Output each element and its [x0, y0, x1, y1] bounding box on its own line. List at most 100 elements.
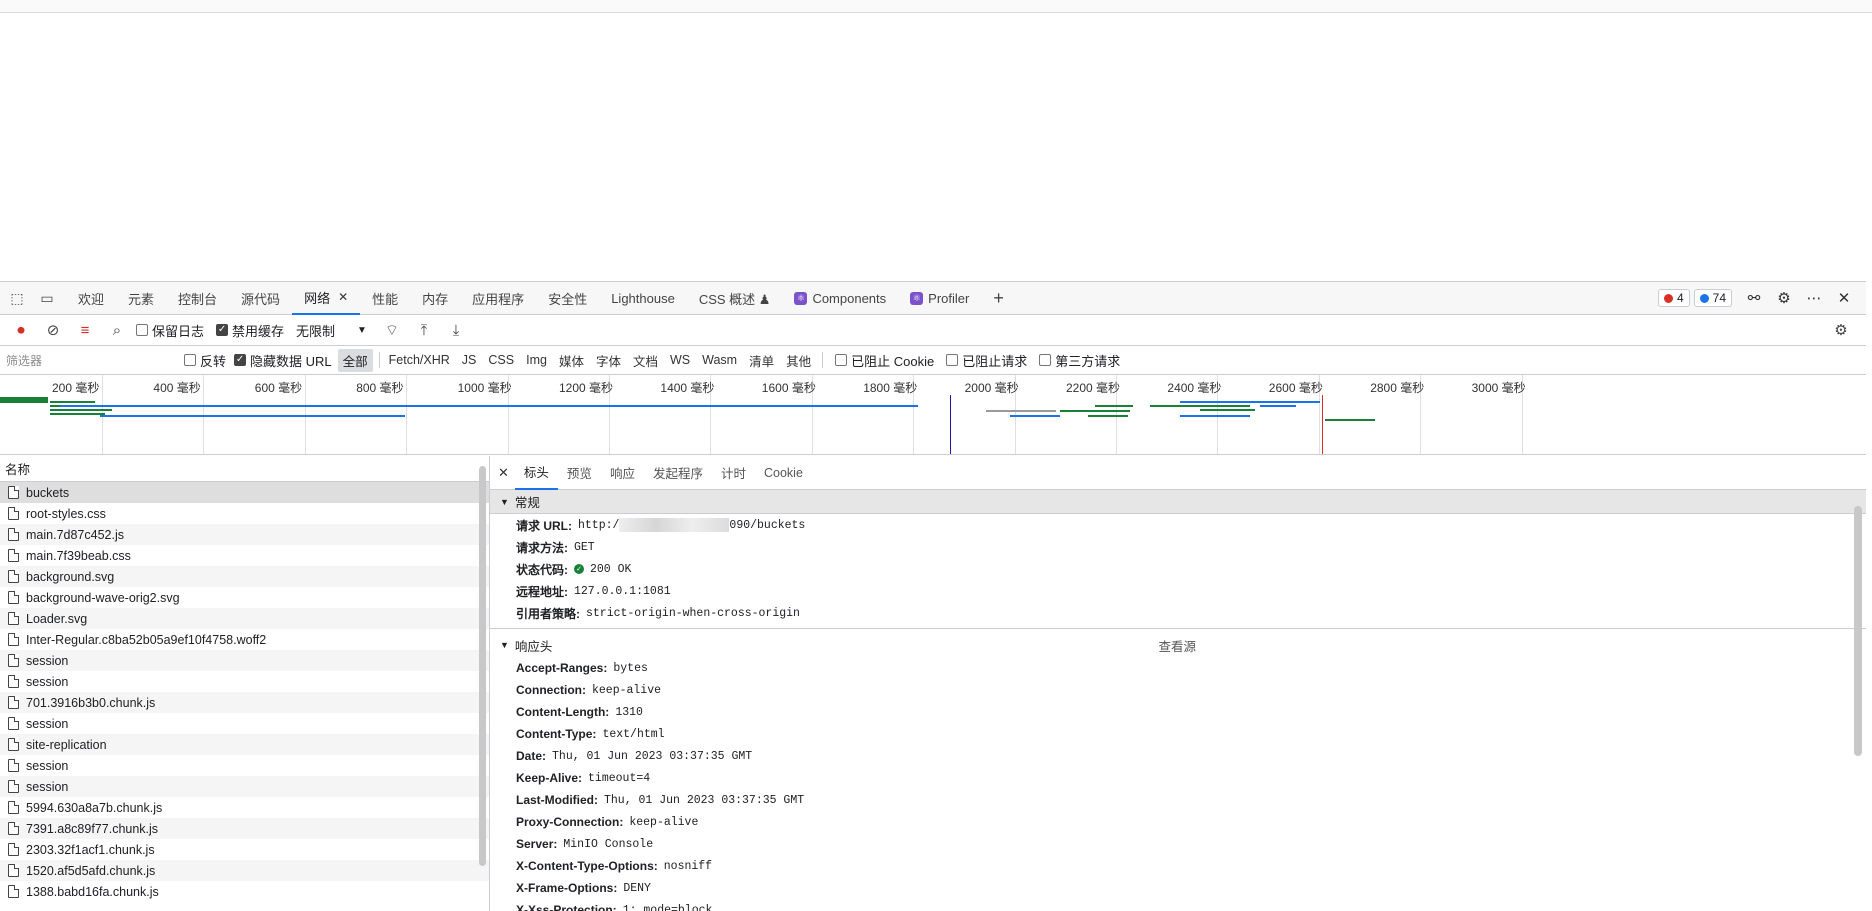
more-options-icon[interactable]: ⋯	[1802, 286, 1826, 310]
header-value[interactable]: http:/	[578, 519, 619, 532]
table-row[interactable]: 5994.630a8a7b.chunk.js	[0, 797, 489, 818]
header-value[interactable]: bytes	[613, 662, 648, 675]
blocked-requests-box[interactable]	[946, 354, 959, 366]
blocked-requests-checkbox[interactable]: 已阻止请求	[946, 351, 1027, 370]
table-row[interactable]: main.7f39beab.css	[0, 545, 489, 566]
close-tab-icon[interactable]: ✕	[338, 290, 348, 304]
header-value[interactable]: Thu, 01 Jun 2023 03:37:35 GMT	[552, 750, 752, 763]
general-section-header[interactable]: ▼ 常规	[490, 490, 1866, 514]
search-icon[interactable]: ⌕	[104, 318, 130, 342]
preserve-log-box[interactable]	[136, 324, 148, 336]
table-row[interactable]: session	[0, 755, 489, 776]
hide-data-url-checkbox[interactable]: ✓ 隐藏数据 URL	[234, 351, 332, 370]
tab-6[interactable]: 内存	[410, 282, 460, 315]
table-row[interactable]: root-styles.css	[0, 503, 489, 524]
tab-10[interactable]: CSS 概述 ♟	[687, 282, 783, 315]
table-row[interactable]: session	[0, 671, 489, 692]
filter-type-0[interactable]: 全部	[337, 348, 373, 372]
filter-type-5[interactable]: 媒体	[554, 349, 589, 372]
tab-2[interactable]: 控制台	[166, 282, 229, 315]
blocked-cookies-box[interactable]	[835, 354, 848, 366]
filter-type-8[interactable]: WS	[665, 351, 695, 369]
details-tab-2[interactable]: 响应	[601, 456, 644, 490]
preserve-log-checkbox[interactable]: 保留日志	[136, 321, 204, 340]
details-tab-5[interactable]: Cookie	[755, 456, 812, 490]
details-tab-0[interactable]: 标头	[514, 456, 558, 490]
filter-type-9[interactable]: Wasm	[697, 351, 742, 369]
table-row[interactable]: main.7d87c452.js	[0, 524, 489, 545]
more-tabs-button[interactable]: +	[981, 282, 1016, 315]
table-row[interactable]: background-wave-orig2.svg	[0, 587, 489, 608]
clear-icon[interactable]: ⊘	[40, 318, 66, 342]
disable-cache-checkbox[interactable]: ✓ 禁用缓存	[216, 321, 284, 340]
details-tab-3[interactable]: 发起程序	[644, 456, 712, 490]
third-party-checkbox[interactable]: 第三方请求	[1039, 351, 1120, 370]
import-har-icon[interactable]: ⤒	[411, 318, 437, 342]
header-value[interactable]: MinIO Console	[563, 838, 653, 851]
tab-12[interactable]: ⚛ Profiler	[898, 282, 981, 315]
filter-type-7[interactable]: 文档	[628, 349, 663, 372]
invert-box[interactable]	[184, 354, 196, 366]
device-toolbar-icon[interactable]: ▭	[36, 287, 58, 309]
response-headers-section-header[interactable]: ▼ 响应头 查看源	[490, 633, 1866, 657]
header-value[interactable]: DENY	[623, 882, 651, 895]
connect-icon[interactable]: ⚯	[1742, 286, 1766, 310]
table-row[interactable]: 1388.babd16fa.chunk.js	[0, 881, 489, 902]
filter-input[interactable]: 筛选器	[6, 352, 170, 369]
table-row[interactable]: site-replication	[0, 734, 489, 755]
timeline-overview[interactable]: 200 毫秒 400 毫秒 600 毫秒 800 毫秒 1000 毫秒 1200 毫秒 14…	[0, 375, 1866, 455]
settings-gear-icon[interactable]: ⚙	[1772, 286, 1796, 310]
table-row[interactable]: 2303.32f1acf1.chunk.js	[0, 839, 489, 860]
network-conditions-icon[interactable]: ⌔	[379, 318, 405, 342]
header-value[interactable]: GET	[574, 541, 595, 554]
name-column-header[interactable]: 名称	[0, 456, 489, 482]
tab-0[interactable]: 欢迎	[66, 282, 116, 315]
inspect-element-icon[interactable]: ⬚	[6, 287, 28, 309]
throttling-select[interactable]: 无限制 ▼	[296, 321, 367, 340]
tab-9[interactable]: Lighthouse	[599, 282, 687, 315]
export-har-icon[interactable]: ⤓	[443, 318, 469, 342]
filter-icon[interactable]: ≡	[72, 318, 98, 342]
tab-4[interactable]: 网络 ✕	[292, 282, 361, 315]
close-details-icon[interactable]: ✕	[498, 465, 509, 481]
header-value[interactable]: 200 OK	[590, 563, 631, 576]
header-value[interactable]: text/html	[602, 728, 664, 741]
message-count-badge[interactable]: 74	[1693, 289, 1732, 307]
tab-11[interactable]: ⚛ Components	[782, 282, 898, 315]
table-row[interactable]: 701.3916b3b0.chunk.js	[0, 692, 489, 713]
details-tab-1[interactable]: 预览	[558, 456, 601, 490]
tab-8[interactable]: 安全性	[536, 282, 599, 315]
filter-type-10[interactable]: 清单	[744, 349, 779, 372]
filter-type-2[interactable]: JS	[457, 351, 482, 369]
filter-type-11[interactable]: 其他	[781, 349, 816, 372]
filter-type-6[interactable]: 字体	[591, 349, 626, 372]
network-settings-gear-icon[interactable]: ⚙	[1828, 318, 1854, 342]
tab-1[interactable]: 元素	[116, 282, 166, 315]
table-row[interactable]: session	[0, 713, 489, 734]
request-list-scrollbar[interactable]	[479, 466, 486, 866]
hide-data-url-box[interactable]: ✓	[234, 354, 247, 366]
table-row[interactable]: background.svg	[0, 566, 489, 587]
tab-7[interactable]: 应用程序	[460, 282, 536, 315]
invert-checkbox[interactable]: 反转	[184, 351, 226, 370]
disable-cache-box[interactable]: ✓	[216, 324, 229, 336]
third-party-box[interactable]	[1039, 354, 1052, 366]
header-value[interactable]: keep-alive	[592, 684, 661, 697]
filter-type-3[interactable]: CSS	[483, 351, 519, 369]
header-value[interactable]: strict-origin-when-cross-origin	[586, 607, 800, 620]
table-row[interactable]: 7391.a8c89f77.chunk.js	[0, 818, 489, 839]
header-value[interactable]: nosniff	[664, 860, 712, 873]
error-count-badge[interactable]: 4	[1657, 289, 1690, 307]
header-value[interactable]: 127.0.0.1:1081	[574, 585, 671, 598]
tab-5[interactable]: 性能	[360, 282, 410, 315]
table-row[interactable]: session	[0, 650, 489, 671]
table-row[interactable]: buckets	[0, 482, 489, 503]
header-value[interactable]: 1310	[615, 706, 643, 719]
table-row[interactable]: Inter-Regular.c8ba52b05a9ef10f4758.woff2	[0, 629, 489, 650]
header-value[interactable]: Thu, 01 Jun 2023 03:37:35 GMT	[604, 794, 804, 807]
header-value[interactable]: timeout=4	[588, 772, 650, 785]
table-row[interactable]: session	[0, 776, 489, 797]
table-row[interactable]: 1520.af5d5afd.chunk.js	[0, 860, 489, 881]
close-devtools-icon[interactable]: ✕	[1832, 286, 1856, 310]
record-stop-icon[interactable]: ⏺	[8, 318, 34, 342]
